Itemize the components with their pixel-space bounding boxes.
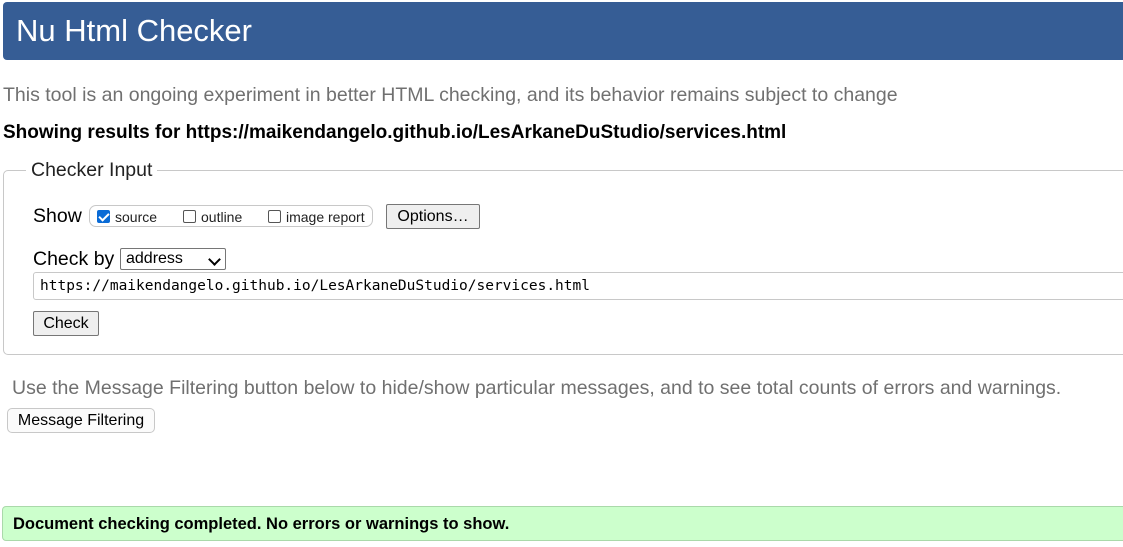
show-options-group: source outline image report	[89, 205, 373, 227]
tagline-text: This tool is an ongoing experiment in be…	[3, 84, 898, 106]
image-report-checkbox[interactable]	[268, 210, 281, 223]
outline-checkbox[interactable]	[183, 210, 196, 223]
check-button[interactable]: Check	[33, 311, 99, 336]
checker-input-legend: Checker Input	[26, 159, 158, 181]
check-by-label: Check by	[33, 248, 115, 270]
show-image-report-option[interactable]: image report	[268, 206, 365, 226]
filter-note-text: Use the Message Filtering button below t…	[12, 377, 1062, 399]
options-button[interactable]: Options…	[386, 204, 480, 229]
chevron-down-icon	[208, 253, 221, 266]
check-by-selected-value: address	[126, 250, 183, 267]
page-header: Nu Html Checker	[3, 2, 1123, 60]
image-report-label: image report	[286, 209, 365, 225]
check-by-select[interactable]: address	[120, 248, 226, 270]
show-outline-option[interactable]: outline	[183, 206, 242, 226]
message-filtering-button[interactable]: Message Filtering	[7, 408, 155, 433]
results-heading: Showing results for https://maikendangel…	[3, 122, 787, 143]
page-title: Nu Html Checker	[16, 13, 252, 48]
outline-label: outline	[201, 209, 243, 225]
status-message-box: Document checking completed. No errors o…	[2, 506, 1123, 541]
show-source-option[interactable]: source	[97, 206, 157, 226]
status-message: Document checking completed. No errors o…	[13, 515, 510, 533]
source-label: source	[115, 209, 158, 225]
checker-input-fieldset: Checker Input Show source outline image …	[3, 159, 1123, 355]
url-input[interactable]: https://maikendangelo.github.io/LesArkan…	[33, 272, 1123, 300]
source-checkbox[interactable]	[97, 210, 110, 223]
show-label: Show	[33, 205, 82, 227]
